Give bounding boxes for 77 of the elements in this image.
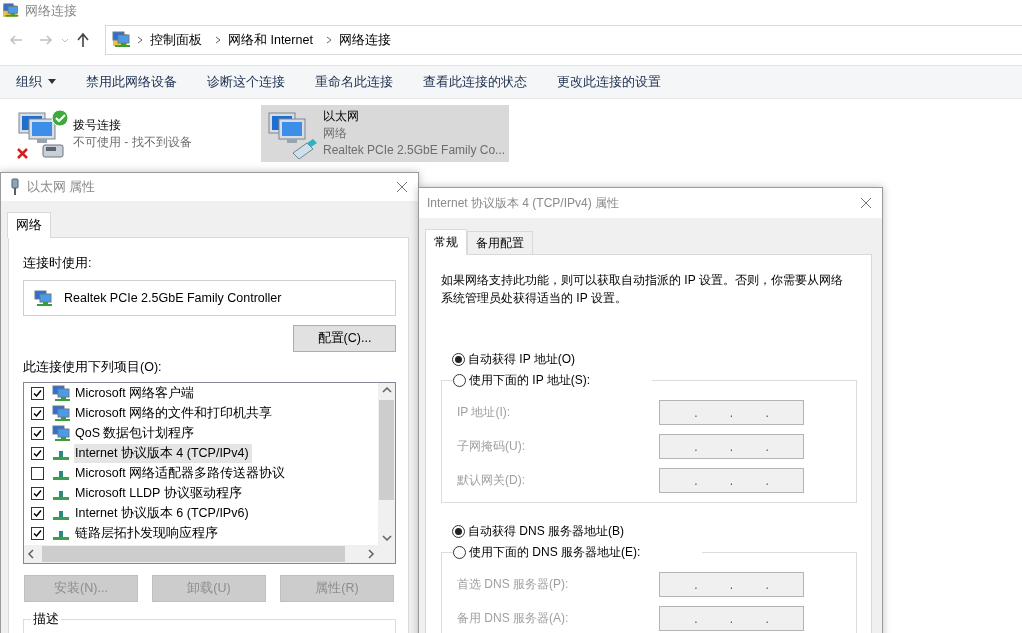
list-item[interactable]: 链路层拓扑发现响应程序 <box>74 523 221 543</box>
connection-name: 拨号连接 <box>73 116 122 134</box>
checkbox[interactable] <box>31 406 44 420</box>
checkbox[interactable] <box>31 506 44 520</box>
up-arrow-icon[interactable] <box>76 32 90 48</box>
device-name: Realtek PCIe 2.5GbE Family Co... <box>323 142 506 159</box>
radio-label: 自动获得 IP 地址(O) <box>468 350 576 368</box>
configure-button[interactable]: 配置(C)... <box>293 325 396 352</box>
dialog-title: Internet 协议版本 4 (TCP/IPv4) 属性 <box>427 194 621 212</box>
menu-button[interactable]: 组织 <box>16 73 56 91</box>
list-item[interactable]: Microsoft 网络客户端 <box>74 383 198 403</box>
field-label: 备用 DNS 服务器(A): <box>457 610 569 627</box>
toolbar-button[interactable]: 查看此连接的状态 <box>423 73 527 91</box>
radio-button[interactable] <box>452 524 465 538</box>
checkbox[interactable] <box>31 466 44 480</box>
toolbar-button[interactable]: 重命名此连接 <box>315 73 393 91</box>
list-item[interactable]: Internet 协议版本 4 (TCP/IPv4) <box>74 443 252 463</box>
horizontal-scrollbar[interactable] <box>24 545 378 563</box>
connection-item[interactable]: 以太网 网络 Realtek PCIe 2.5GbE Family Co... <box>261 105 510 162</box>
checkbox[interactable] <box>31 486 44 500</box>
connection-item[interactable]: 拨号连接 不可使用 - 找不到设备 <box>15 105 261 162</box>
network-folder-icon <box>2 2 20 20</box>
field-label: 首选 DNS 服务器(P): <box>457 576 569 593</box>
network-folder-icon <box>112 31 130 49</box>
field-label: 默认网关(D): <box>457 472 525 489</box>
address-bar[interactable]: 控制面板 网络和 Internet 网络连接 <box>105 25 1022 55</box>
checkbox[interactable] <box>31 426 44 440</box>
breadcrumb[interactable]: 网络和 Internet <box>228 31 313 49</box>
intro-text: 如果网络支持此功能，则可以获取自动指派的 IP 设置。否则，你需要从网络系统管理员处获得适当的 IP 设置。 <box>441 272 844 307</box>
toolbar-button[interactable]: 诊断这个连接 <box>207 73 285 91</box>
close-icon[interactable] <box>860 197 872 209</box>
checkbox[interactable] <box>31 386 44 400</box>
breadcrumb[interactable]: 网络连接 <box>338 31 391 49</box>
monitor-icon <box>52 404 70 422</box>
breadcrumb[interactable]: 控制面板 <box>150 31 202 49</box>
list-item[interactable]: Microsoft 网络适配器多路传送器协议 <box>74 463 289 483</box>
list-item[interactable]: QoS 数据包计划程序 <box>74 423 198 443</box>
scrollbar-thumb[interactable] <box>379 400 394 500</box>
radio-button[interactable] <box>453 545 466 559</box>
checkbox[interactable] <box>31 446 44 460</box>
tab[interactable]: 常规 <box>425 229 467 255</box>
field-label: IP 地址(I): <box>457 404 511 421</box>
monitor-icon <box>52 384 70 402</box>
group-label: 描述 <box>31 611 61 628</box>
chevron-right-icon <box>136 35 144 45</box>
field-label: 连接时使用: <box>23 255 93 272</box>
adapter-name: Realtek PCIe 2.5GbE Family Controller <box>64 291 282 305</box>
scrollbar-thumb[interactable] <box>42 546 345 562</box>
dialup-connection-icon <box>15 108 69 159</box>
list-item[interactable]: Internet 协议版本 6 (TCP/IPv6) <box>74 503 252 523</box>
toolbar-button[interactable]: 禁用此网络设备 <box>86 73 177 91</box>
tab[interactable]: 网络 <box>7 212 51 238</box>
plug-icon <box>9 178 21 196</box>
chevron-right-icon <box>324 35 333 45</box>
radio-label: 使用下面的 IP 地址(S): <box>469 371 591 389</box>
list-item[interactable]: Microsoft LLDP 协议驱动程序 <box>74 483 245 503</box>
toolbar-button[interactable]: 更改此连接的设置 <box>557 73 661 91</box>
tab[interactable]: 备用配置 <box>467 231 533 254</box>
monitor-icon <box>52 424 70 442</box>
list-item[interactable]: Microsoft 网络的文件和打印机共享 <box>74 403 276 423</box>
field-label: 子网掩码(U): <box>457 438 525 455</box>
close-icon[interactable] <box>396 181 408 193</box>
field-label: 此连接使用下列项目(O): <box>23 359 163 376</box>
window-title: 网络连接 <box>25 2 77 20</box>
connection-status: 不可使用 - 找不到设备 <box>73 133 192 151</box>
connection-status: 网络 <box>323 125 348 142</box>
radio-label: 自动获得 DNS 服务器地址(B) <box>468 522 624 540</box>
caret-icon <box>48 79 56 85</box>
radio-button[interactable] <box>452 352 465 366</box>
checkbox[interactable] <box>31 526 44 540</box>
vertical-scrollbar[interactable] <box>378 383 395 545</box>
chevron-right-icon <box>214 35 222 45</box>
dialog-title: 以太网 属性 <box>27 178 97 196</box>
monitor-icon <box>34 289 54 307</box>
connection-name: 以太网 <box>323 108 360 125</box>
radio-label: 使用下面的 DNS 服务器地址(E): <box>469 543 641 561</box>
radio-button[interactable] <box>453 373 466 387</box>
